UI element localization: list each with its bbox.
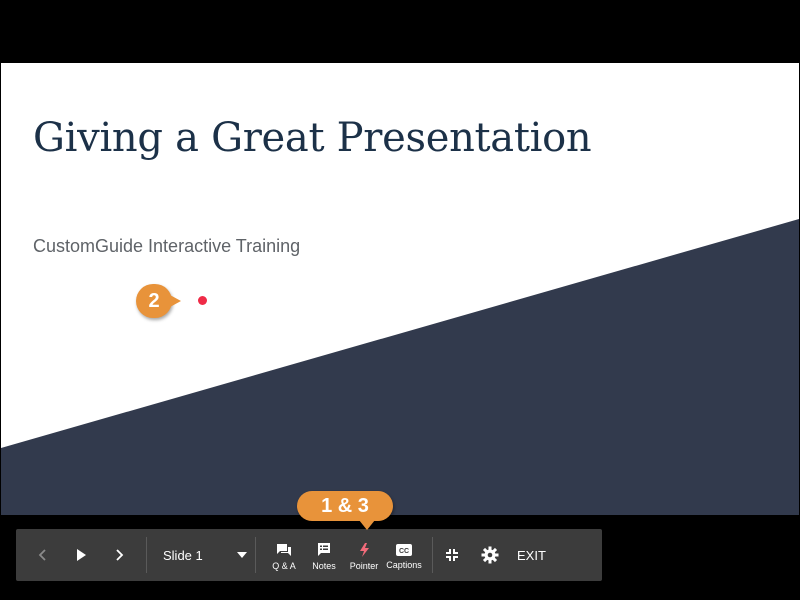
laser-pointer-dot xyxy=(198,296,207,305)
play-button[interactable] xyxy=(62,529,100,581)
caret-down-icon xyxy=(237,552,247,558)
pointer-label: Pointer xyxy=(349,561,379,571)
closed-captions-icon: CC xyxy=(396,544,412,556)
step-callout-pointer: 2 xyxy=(136,284,181,318)
play-icon xyxy=(77,549,86,561)
svg-text:CC: CC xyxy=(399,548,409,555)
presenter-window: Giving a Great Presentation CustomGuide … xyxy=(0,0,800,600)
slide-subtitle: CustomGuide Interactive Training xyxy=(33,236,301,256)
qa-button[interactable]: Q & A xyxy=(264,529,304,581)
qa-label: Q & A xyxy=(272,561,296,571)
previous-slide-button[interactable] xyxy=(24,529,62,581)
chevron-left-icon xyxy=(38,549,46,561)
toolbar-divider xyxy=(255,537,256,573)
slide-title: Giving a Great Presentation xyxy=(33,115,592,161)
qa-icon xyxy=(277,544,291,556)
presentation-toolbar: Slide 1 Q & A Notes Pointer CC Captions … xyxy=(16,529,602,581)
notes-label: Notes xyxy=(312,561,336,571)
captions-button[interactable]: CC Captions xyxy=(384,529,424,581)
laser-pointer-icon xyxy=(360,543,369,557)
next-slide-button[interactable] xyxy=(100,529,138,581)
notes-icon xyxy=(318,543,330,556)
exit-fullscreen-button[interactable] xyxy=(433,529,471,581)
pointer-button[interactable]: Pointer xyxy=(344,529,384,581)
slide-selector-value: Slide 1 xyxy=(163,547,203,563)
exit-fullscreen-icon xyxy=(446,549,458,561)
exit-button[interactable]: EXIT xyxy=(509,529,560,581)
step-callout-toolbar: 1 & 3 xyxy=(297,491,393,530)
gear-icon xyxy=(481,546,499,564)
notes-button[interactable]: Notes xyxy=(304,529,344,581)
settings-button[interactable] xyxy=(471,529,509,581)
slide-canvas: Giving a Great Presentation CustomGuide … xyxy=(1,63,799,515)
slide-selector[interactable]: Slide 1 xyxy=(147,529,247,581)
captions-label: Captions xyxy=(386,560,422,570)
chevron-right-icon xyxy=(116,549,124,561)
